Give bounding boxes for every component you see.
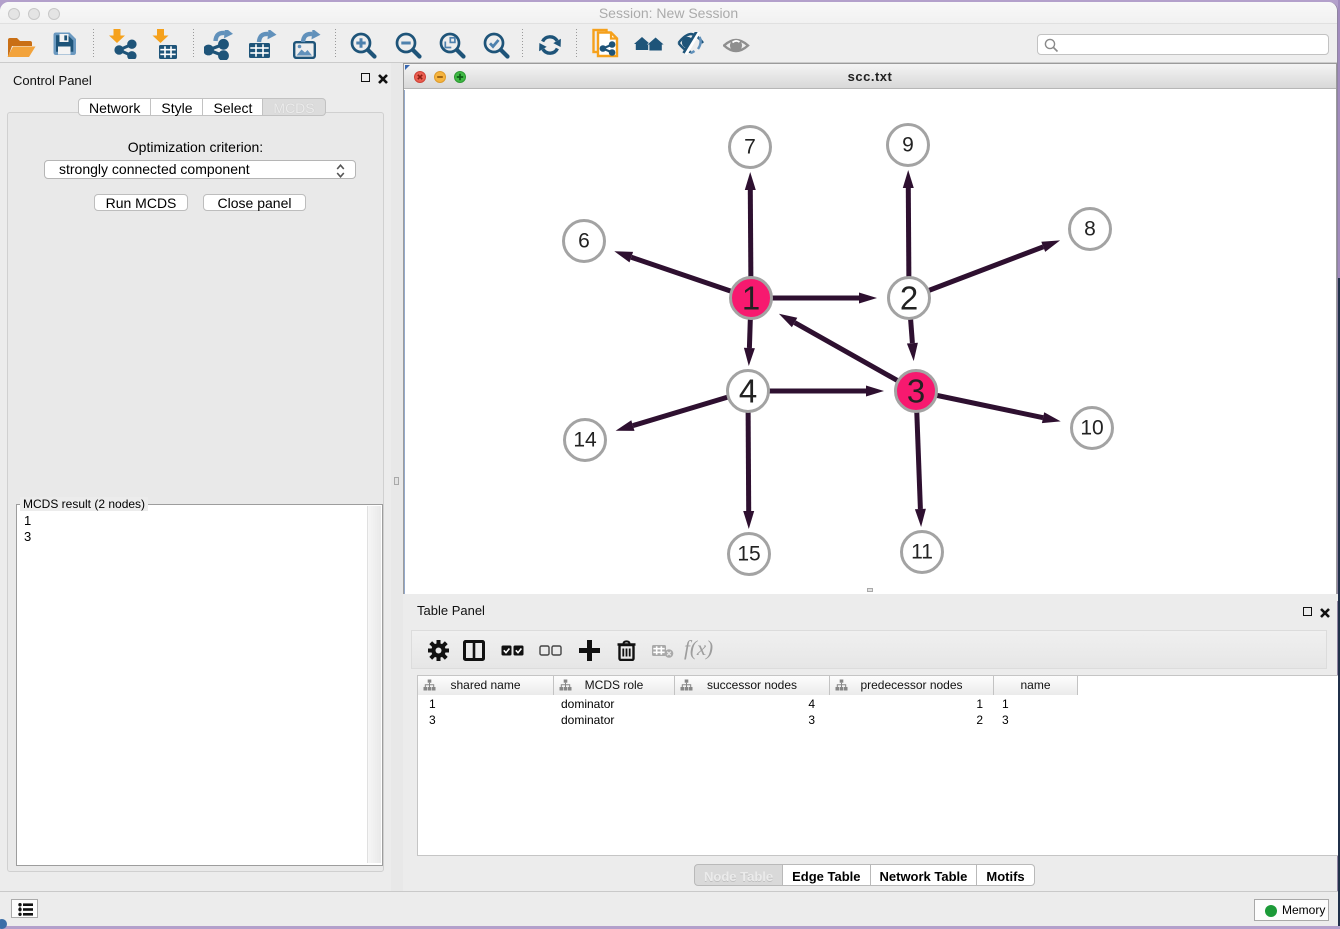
svg-text:4: 4: [739, 373, 757, 410]
svg-text:2: 2: [900, 280, 918, 317]
svg-text:3: 3: [907, 373, 925, 410]
svg-text:1: 1: [742, 280, 760, 317]
svg-text:10: 10: [1080, 417, 1103, 440]
svg-text:6: 6: [578, 230, 590, 253]
svg-text:9: 9: [902, 134, 914, 157]
svg-text:8: 8: [1084, 218, 1096, 241]
svg-text:f(x): f(x): [684, 638, 713, 660]
svg-text:7: 7: [744, 136, 756, 159]
svg-text:14: 14: [573, 429, 597, 452]
svg-text:15: 15: [737, 543, 760, 566]
svg-text:11: 11: [911, 541, 933, 564]
